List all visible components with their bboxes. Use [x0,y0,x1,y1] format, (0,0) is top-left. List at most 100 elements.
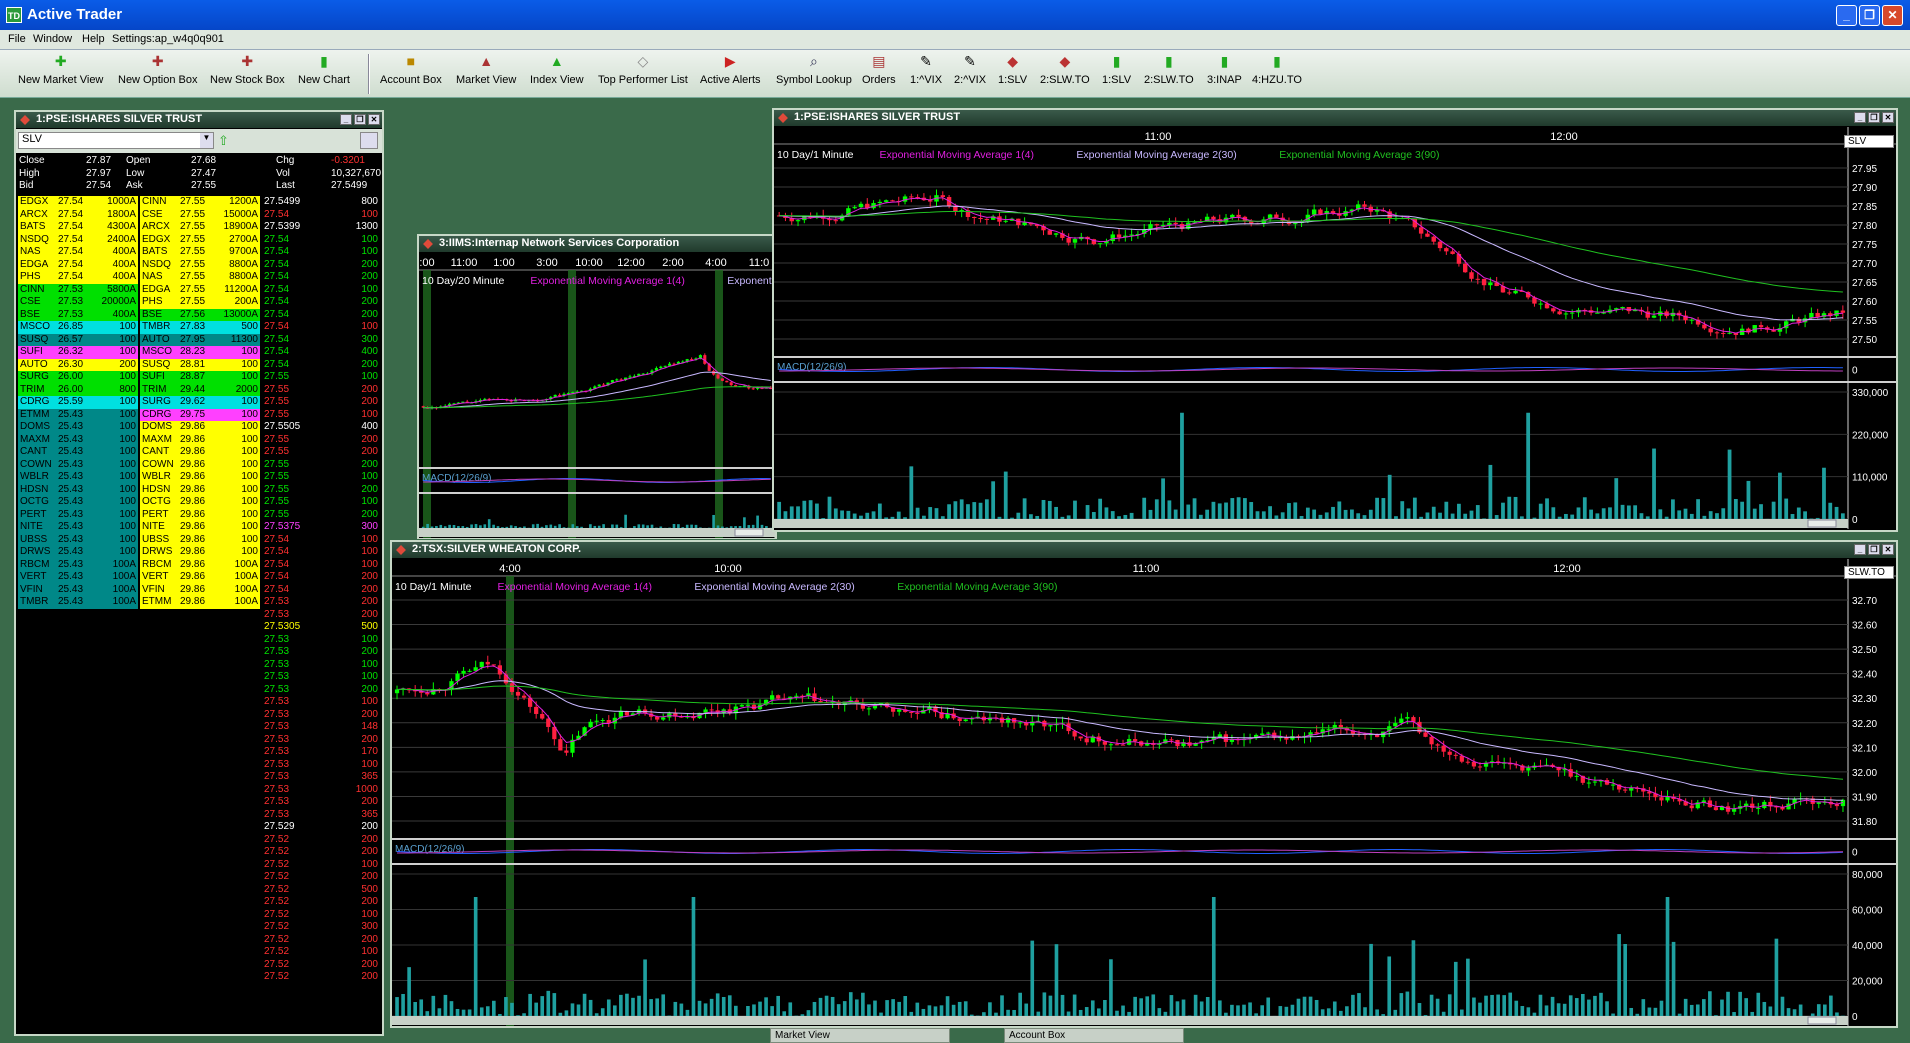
panel-title-bar[interactable]: 1:PSE:ISHARES SILVER TRUST _ ❐ ✕ [774,110,1896,126]
book-row[interactable]: 27.53 200 [262,709,380,722]
book-row[interactable]: OCTG 25.43 100 [18,496,138,509]
book-row[interactable]: CSE 27.53 20000A [18,296,138,309]
book-row[interactable]: 27.52 100 [262,909,380,922]
iims-price-chart[interactable]: :00 11:00 1:00 3:00 10:00 12:00 2:00 4:00 11:0 10… [419,253,775,538]
book-row[interactable]: 27.52 200 [262,846,380,859]
book-row[interactable]: UBSS 25.43 100 [18,533,138,546]
top-performer-list-button[interactable]: ◇ Top Performer List [598,52,688,86]
book-row[interactable]: 27.54 200 [262,259,380,272]
go-arrow-icon[interactable]: ⇧ [218,133,229,149]
book-row[interactable]: 27.54 200 [262,584,380,597]
book-row[interactable]: 27.52 200 [262,934,380,947]
market-view-button[interactable]: ▲ Market View [456,52,516,86]
slv-chart-button[interactable]: ▮ 1:SLV [1102,52,1131,86]
book-row[interactable]: 27.5505 400 [262,421,380,434]
book-row[interactable]: CANT 25.43 100 [18,446,138,459]
minimize-button[interactable]: _ [1854,544,1866,555]
minimize-button[interactable]: _ [340,114,352,125]
book-row[interactable]: 27.54 400 [262,346,380,359]
minimize-button[interactable]: _ [1854,112,1866,123]
new-option-box-button[interactable]: ✚ New Option Box [118,52,197,86]
new-chart-button[interactable]: ▮ New Chart [298,52,350,86]
book-row[interactable]: VERT 25.43 100A [18,571,138,584]
vix-1-button[interactable]: ✎ 1:^VIX [910,52,942,86]
book-row[interactable]: 27.55 200 [262,384,380,397]
book-row[interactable]: HDSN 29.86 100 [140,483,260,496]
menu-window[interactable]: Window [33,33,72,45]
panel-title-bar[interactable]: 3:IIMS:Internap Network Services Corpora… [419,236,775,252]
book-row[interactable]: MSCO 26.85 100 [18,321,138,334]
book-row[interactable]: DOMS 29.86 100 [140,421,260,434]
book-row[interactable]: VFIN 25.43 100A [18,583,138,596]
book-row[interactable]: 27.55 200 [262,434,380,447]
slv-price-chart[interactable]: 11:00 12:00 27.95 27.90 27.85 27.80 27.75 27.70… [774,127,1896,529]
book-row[interactable]: 27.55 100 [262,471,380,484]
index-view-button[interactable]: ▲ Index View [530,52,584,86]
book-row[interactable]: ARCX 27.55 18900A [140,221,260,234]
book-row[interactable]: 27.53 100 [262,696,380,709]
menu-file[interactable]: File [8,33,26,45]
new-market-view-button[interactable]: ✚ New Market View [18,52,103,86]
book-row[interactable]: ARCX 27.54 1800A [18,208,138,221]
orders-button[interactable]: ▤ Orders [862,52,896,86]
book-row[interactable]: NAS 27.54 400A [18,246,138,259]
menu-settings[interactable]: Settings:ap_w4q0q901 [112,33,224,45]
book-row[interactable]: 27.53 365 [262,771,380,784]
book-row[interactable]: WBLR 29.86 100 [140,471,260,484]
book-row[interactable]: SURG 26.00 100 [18,371,138,384]
book-row[interactable]: 27.53 200 [262,609,380,622]
book-row[interactable]: VERT 29.86 100A [140,571,260,584]
close-button[interactable]: ✕ [368,114,380,125]
book-row[interactable]: COWN 25.43 100 [18,458,138,471]
book-row[interactable]: 27.52 200 [262,834,380,847]
book-row[interactable]: SURG 29.62 100 [140,396,260,409]
panel-title-bar[interactable]: 2:TSX:SILVER WHEATON CORP. _ ❐ ✕ [392,542,1896,558]
chevron-down-icon[interactable]: ▼ [200,133,213,148]
book-row[interactable]: UBSS 29.86 100 [140,533,260,546]
book-row[interactable]: 27.55 200 [262,396,380,409]
book-row[interactable]: ETMM 25.43 100 [18,408,138,421]
chart-symbol-input[interactable]: SLW.TO [1844,566,1894,579]
maximize-button[interactable]: ❐ [354,114,366,125]
book-row[interactable]: OCTG 29.86 100 [140,496,260,509]
book-row[interactable]: 27.53 100 [262,759,380,772]
active-alerts-button[interactable]: ▶ Active Alerts [700,52,761,86]
panel-title-bar[interactable]: 1:PSE:ISHARES SILVER TRUST _ ❐ ✕ [16,112,382,128]
book-row[interactable]: NITE 29.86 100 [140,521,260,534]
book-row[interactable]: 27.54 300 [262,334,380,347]
book-row[interactable]: DOMS 25.43 100 [18,421,138,434]
book-row[interactable]: 27.529 200 [262,821,380,834]
new-stock-box-button[interactable]: ✚ New Stock Box [210,52,285,86]
book-row[interactable]: 27.52 100 [262,859,380,872]
book-row[interactable]: PHS 27.55 200A [140,296,260,309]
account-box-button[interactable]: ■ Account Box [380,52,442,86]
book-row[interactable]: 27.55 200 [262,459,380,472]
book-row[interactable]: 27.53 365 [262,809,380,822]
book-row[interactable]: RBCM 25.43 100A [18,558,138,571]
book-row[interactable]: VFIN 29.86 100A [140,583,260,596]
book-row[interactable]: 27.52 300 [262,921,380,934]
book-row[interactable]: SUSQ 28.81 100 [140,358,260,371]
book-row[interactable]: COWN 29.86 100 [140,458,260,471]
book-row[interactable]: BSE 27.53 400A [18,308,138,321]
book-row[interactable]: 27.54 200 [262,296,380,309]
book-row[interactable]: CANT 29.86 100 [140,446,260,459]
book-row[interactable]: 27.54 100 [262,209,380,222]
book-row[interactable]: NITE 25.43 100 [18,521,138,534]
book-row[interactable]: SUSQ 26.57 100 [18,333,138,346]
book-row[interactable]: TRIM 29.44 2000 [140,383,260,396]
book-row[interactable]: TMBR 27.83 500 [140,321,260,334]
book-row[interactable]: 27.53 170 [262,746,380,759]
book-row[interactable]: EDGA 27.55 11200A [140,283,260,296]
slw-stockbox-button[interactable]: ◆ 2:SLW.TO [1040,52,1090,86]
vix-2-button[interactable]: ✎ 2:^VIX [954,52,986,86]
book-row[interactable]: 27.5399 1300 [262,221,380,234]
book-row[interactable]: NSDQ 27.54 2400A [18,233,138,246]
book-row[interactable]: ETMM 29.86 100A [140,596,260,609]
book-row[interactable]: 27.54 100 [262,234,380,247]
book-row[interactable]: 27.55 200 [262,484,380,497]
book-row[interactable]: 27.53 200 [262,596,380,609]
book-row[interactable]: 27.52 200 [262,959,380,972]
book-row[interactable]: DRWS 25.43 100 [18,546,138,559]
book-row[interactable]: CINN 27.53 5800A [18,283,138,296]
